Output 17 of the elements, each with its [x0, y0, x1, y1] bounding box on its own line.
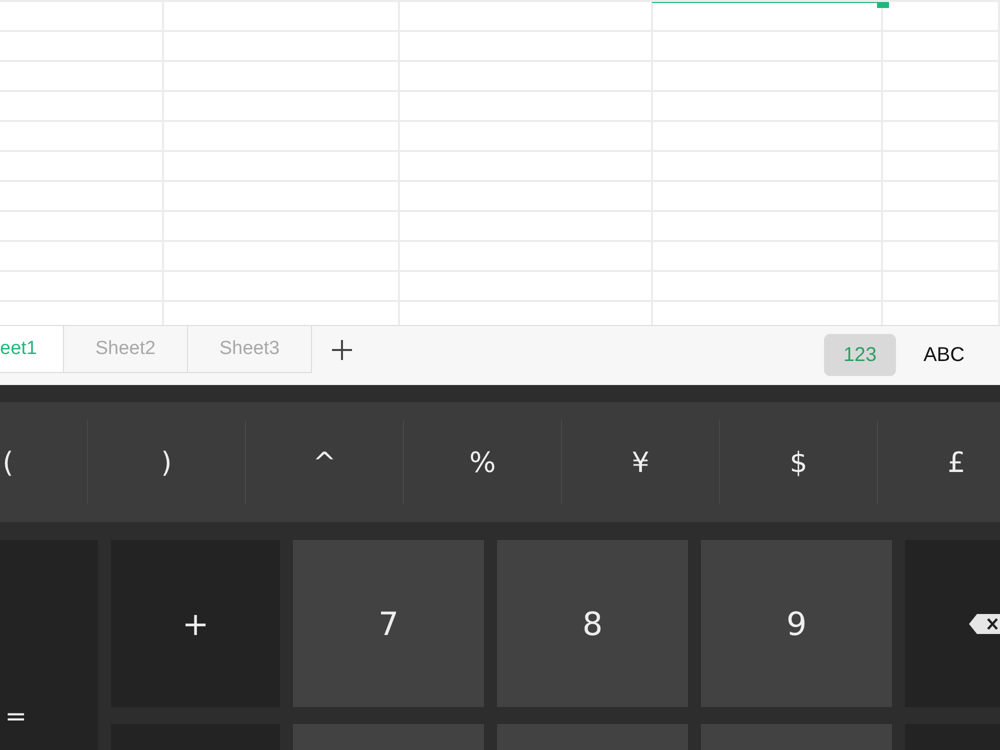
keyboard-key[interactable]: + [111, 540, 280, 707]
keyboard-key[interactable]: 7 [293, 540, 484, 707]
backspace-key[interactable] [905, 540, 1000, 707]
symbol-key[interactable]: % [403, 420, 561, 504]
keyboard-key[interactable]: 9 [701, 540, 892, 707]
backspace-icon [968, 612, 1000, 634]
equals-key[interactable]: = [0, 540, 98, 750]
symbol-key[interactable]: $ [719, 420, 877, 504]
add-sheet-icon[interactable] [331, 338, 353, 360]
keyboard-key[interactable]: 8 [497, 540, 688, 707]
symbol-key[interactable]: ¥ [561, 420, 719, 504]
symbol-key[interactable]: ^ [245, 420, 403, 504]
symbol-key[interactable]: ) [87, 420, 245, 504]
input-mode-button[interactable]: ABC [908, 334, 980, 376]
symbol-key[interactable]: ( [0, 420, 87, 504]
symbol-key[interactable]: £ [877, 420, 1000, 504]
selection-handle[interactable] [877, 2, 889, 8]
